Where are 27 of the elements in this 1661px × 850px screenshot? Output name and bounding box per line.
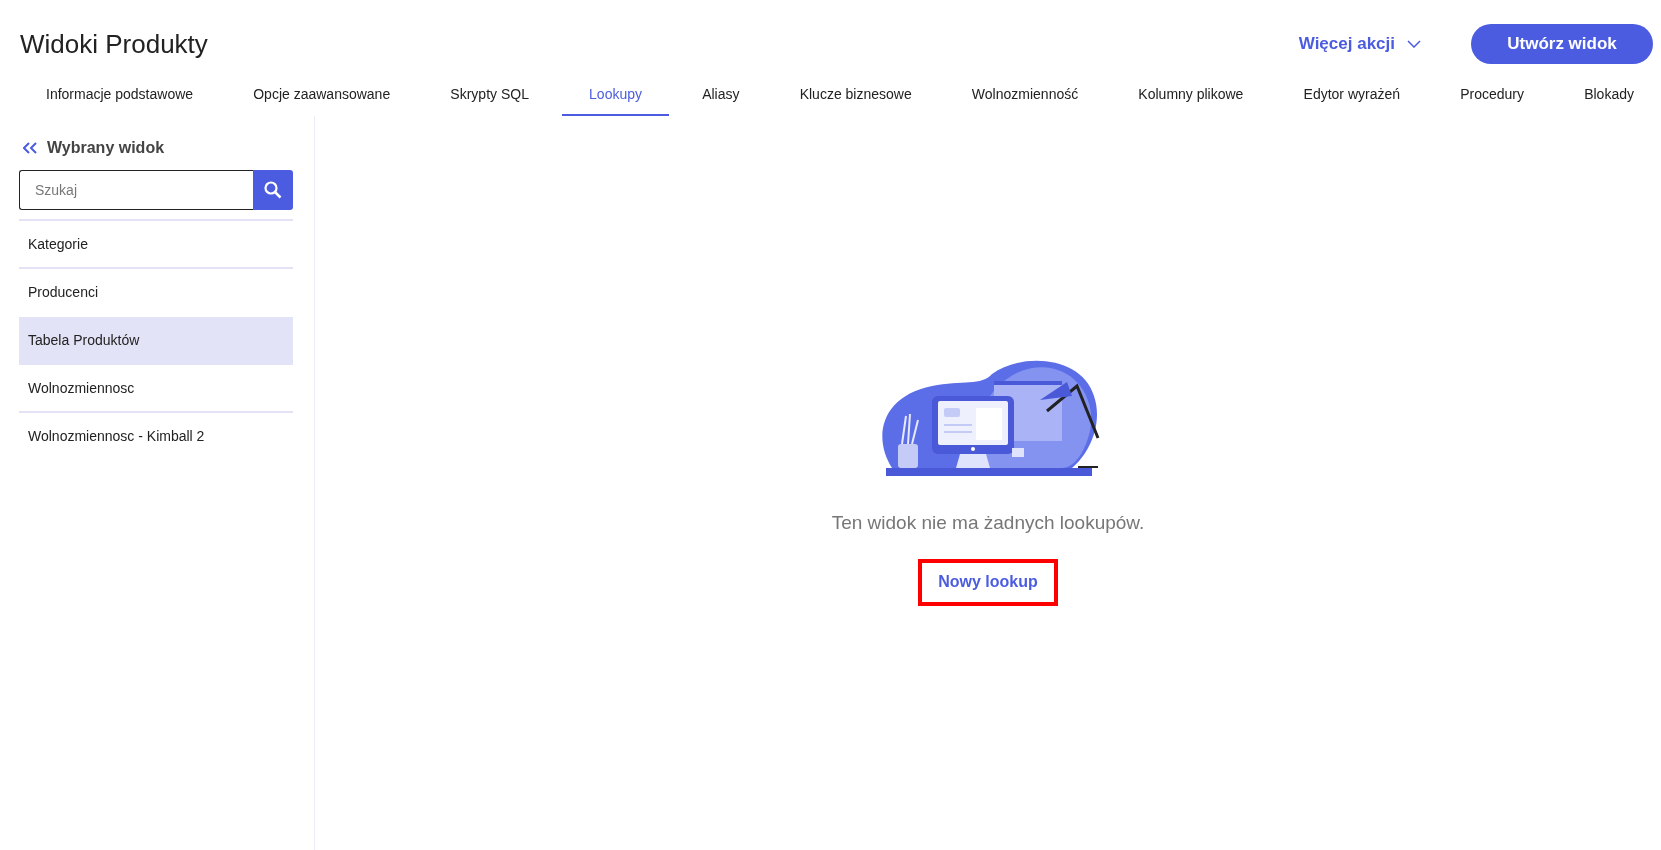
tab[interactable]: Edytor wyrażeń <box>1276 74 1428 116</box>
create-view-button[interactable]: Utwórz widok <box>1471 24 1653 64</box>
tab[interactable]: Kolumny plikowe <box>1111 74 1271 116</box>
sidebar-item[interactable]: Wolnozmiennosc - Kimball 2 <box>19 413 293 461</box>
tab[interactable]: Lookupy <box>562 74 669 116</box>
tab[interactable]: Informacje podstawowe <box>19 74 221 116</box>
page-title: Widoki Produkty <box>20 31 208 57</box>
tab[interactable]: Opcje zaawansowane <box>226 74 418 116</box>
empty-state-message: Ten widok nie ma żadnych lookupów. <box>831 511 1145 535</box>
more-actions-dropdown[interactable]: Więcej akcji <box>1298 31 1421 57</box>
sidebar-item[interactable]: Producenci <box>19 269 293 317</box>
new-lookup-button[interactable]: Nowy lookup <box>918 558 1058 606</box>
search-button[interactable] <box>253 170 293 210</box>
search-field[interactable]: Szukaj <box>19 170 253 210</box>
chevron-down-icon <box>1407 40 1421 48</box>
tab[interactable]: Aliasy <box>675 74 767 116</box>
tab[interactable]: Wolnozmienność <box>944 74 1106 116</box>
tab[interactable]: Blokady <box>1557 74 1661 116</box>
tab[interactable]: Klucze biznesowe <box>772 74 939 116</box>
sidebar-item[interactable]: Wolnozmiennosc <box>19 365 293 413</box>
sidebar-title: Wybrany widok <box>47 138 165 158</box>
tab[interactable]: Procedury <box>1433 74 1551 116</box>
collapse-icon[interactable] <box>23 142 37 154</box>
sidebar-item[interactable]: Tabela Produktów <box>19 317 293 365</box>
search-icon <box>264 181 282 199</box>
sidebar-item[interactable]: Kategorie <box>19 221 293 269</box>
tab[interactable]: Skrypty SQL <box>423 74 556 116</box>
